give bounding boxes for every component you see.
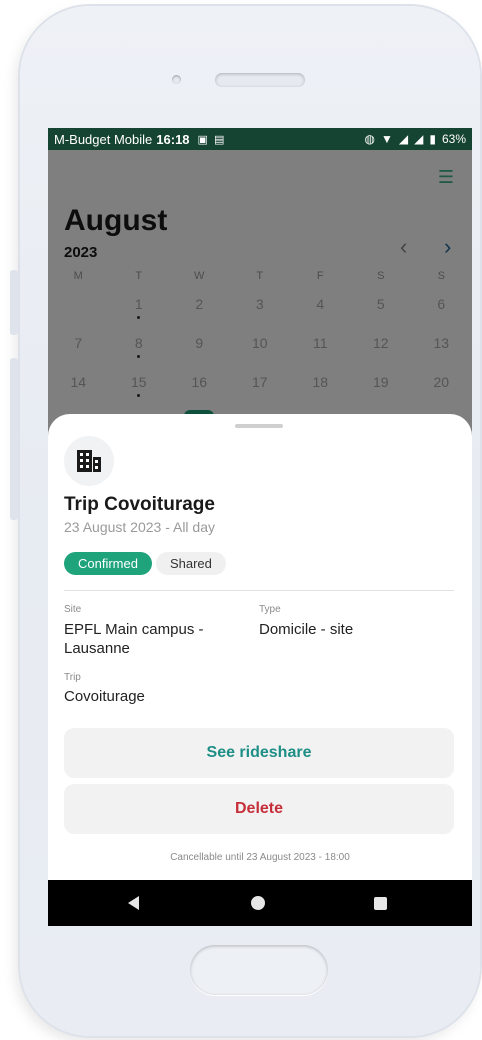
sheet-drag-handle[interactable] (235, 424, 283, 428)
delete-button[interactable]: Delete (64, 784, 454, 834)
status-time: 16:18 (156, 131, 190, 147)
site-label: Site (64, 604, 82, 615)
carrier-name: M-Budget Mobile (54, 131, 153, 147)
power-button (10, 358, 18, 520)
hardware-home-button[interactable] (190, 945, 328, 995)
earpiece-speaker (215, 73, 305, 87)
type-label: Type (259, 604, 281, 615)
confirmed-badge: Confirmed (64, 552, 152, 575)
battery-percent: 63% (441, 132, 466, 146)
status-icons: ◍ ▼ ◢ ◢ ▮ 63% (365, 132, 466, 146)
divider (64, 590, 454, 591)
type-value: Domicile - site (259, 621, 354, 638)
signal-icon: ◢ (398, 132, 409, 146)
front-camera (172, 75, 181, 84)
device-mockup: M-Budget Mobile 16:18 ▣ ▤ ◍ ▼ ◢ ◢ ▮ 63% … (0, 0, 482, 1040)
trip-label: Trip (64, 672, 81, 683)
teams-icon: ▣ (197, 133, 208, 146)
trip-bottom-sheet: Trip Covoiturage 23 August 2023 - All da… (48, 414, 472, 880)
shared-badge: Shared (155, 552, 226, 575)
volume-button (10, 270, 18, 335)
trip-title: Trip Covoiturage (64, 494, 215, 515)
trip-date: 23 August 2023 - All day (64, 519, 215, 535)
trip-value: Covoiturage (64, 688, 145, 705)
wifi-icon: ▼ (381, 132, 393, 146)
back-icon[interactable] (128, 896, 139, 910)
cancellation-note: Cancellable until 23 August 2023 - 18:00 (170, 852, 350, 863)
android-nav-bar (48, 880, 472, 926)
status-bar: M-Budget Mobile 16:18 ▣ ▤ ◍ ▼ ◢ ◢ ▮ 63% (48, 128, 472, 150)
battery-icon: ▮ (429, 132, 436, 146)
see-rideshare-button[interactable]: See rideshare (64, 728, 454, 778)
site-value: EPFL Main campus - Lausanne (64, 621, 204, 657)
status-badges: Confirmed Shared (64, 552, 226, 575)
signal-2-icon: ◢ (414, 132, 424, 146)
vibrate-icon: ◍ (364, 132, 375, 146)
recent-apps-icon[interactable] (374, 897, 387, 910)
outlook-icon: ▤ (213, 133, 225, 146)
building-icon (64, 436, 114, 486)
phone-screen: M-Budget Mobile 16:18 ▣ ▤ ◍ ▼ ◢ ◢ ▮ 63% … (48, 128, 472, 926)
home-icon[interactable] (251, 896, 265, 910)
